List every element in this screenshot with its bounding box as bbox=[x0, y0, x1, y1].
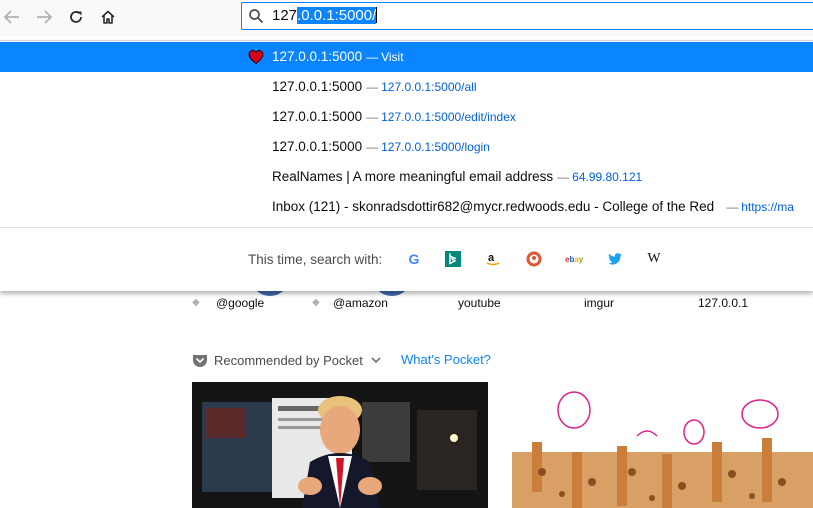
svg-text:ebay: ebay bbox=[565, 255, 584, 264]
result-row[interactable]: 127.0.0.1:5000—127.0.0.1:5000/login bbox=[0, 132, 813, 162]
search-icon bbox=[249, 9, 264, 24]
google-search-button[interactable]: G bbox=[405, 250, 423, 268]
topsite-label[interactable]: @amazon bbox=[333, 296, 388, 310]
result-separator: — bbox=[366, 50, 379, 64]
pin-icon: ◆ bbox=[192, 297, 200, 308]
popup-divider bbox=[0, 227, 813, 228]
url-typed-text: 127 bbox=[272, 7, 298, 24]
result-url: 127.0.0.1:5000/edit/index bbox=[381, 110, 516, 124]
result-title: 127.0.0.1:5000 bbox=[272, 79, 363, 94]
duckduckgo-icon bbox=[526, 251, 542, 267]
back-button[interactable] bbox=[0, 6, 24, 28]
urlbar-results-popup: 127.0.0.1:5000— Visit 127.0.0.1:5000—127.… bbox=[0, 40, 813, 291]
amazon-icon: a bbox=[486, 252, 500, 266]
pocket-icon bbox=[193, 355, 207, 367]
topsite-label[interactable]: @google bbox=[216, 296, 264, 310]
result-action: Visit bbox=[381, 50, 404, 64]
result-row[interactable]: 127.0.0.1:5000— Visit bbox=[0, 42, 813, 72]
back-arrow-icon bbox=[3, 10, 19, 24]
twitter-search-button[interactable] bbox=[606, 250, 624, 268]
wikipedia-search-button[interactable]: W bbox=[645, 250, 663, 268]
result-separator: — bbox=[557, 170, 570, 184]
amazon-search-button[interactable]: a bbox=[484, 250, 502, 268]
ebay-search-button[interactable]: ebay bbox=[565, 250, 587, 268]
result-url: https://ma bbox=[741, 200, 794, 214]
result-title: 127.0.0.1:5000 bbox=[272, 139, 363, 154]
chevron-down-icon bbox=[371, 357, 381, 364]
reload-button[interactable] bbox=[64, 6, 88, 28]
home-button[interactable] bbox=[96, 6, 120, 28]
wikipedia-icon: W bbox=[647, 251, 661, 266]
text-caret bbox=[376, 7, 378, 23]
pocket-title: Recommended by Pocket bbox=[214, 352, 363, 368]
one-off-search-label: This time, search with: bbox=[248, 252, 383, 267]
whats-pocket-link[interactable]: What's Pocket? bbox=[401, 352, 491, 367]
result-title: RealNames | A more meaningful email addr… bbox=[272, 169, 554, 184]
topsite-label[interactable]: youtube bbox=[458, 296, 501, 310]
result-row[interactable]: RealNames | A more meaningful email addr… bbox=[0, 162, 813, 192]
pin-icon: ◆ bbox=[312, 297, 320, 308]
result-title: Inbox (121) - skonradsdottir682@mycr.red… bbox=[272, 199, 715, 214]
story-image bbox=[512, 382, 813, 508]
result-title: 127.0.0.1:5000 bbox=[272, 109, 363, 124]
pocket-section-header[interactable]: Recommended by Pocket bbox=[192, 351, 383, 369]
bing-search-button[interactable] bbox=[444, 250, 462, 268]
topsite-label[interactable]: 127.0.0.1 bbox=[698, 296, 748, 310]
url-bar[interactable]: 127.0.0.1:5000/ bbox=[241, 2, 813, 30]
result-row[interactable]: 127.0.0.1:5000—127.0.0.1:5000/edit/index bbox=[0, 102, 813, 132]
result-url: 64.99.80.121 bbox=[572, 170, 643, 184]
url-input[interactable]: 127.0.0.1:5000/ bbox=[272, 7, 378, 25]
pocket-story-card[interactable] bbox=[192, 382, 488, 508]
svg-text:a: a bbox=[488, 252, 495, 264]
result-separator: — bbox=[366, 80, 379, 94]
home-icon bbox=[101, 10, 115, 24]
google-icon: G bbox=[408, 251, 420, 267]
forward-button[interactable] bbox=[32, 6, 56, 28]
result-row[interactable]: Inbox (121) - skonradsdottir682@mycr.red… bbox=[0, 192, 813, 222]
reload-icon bbox=[70, 11, 82, 23]
story-image bbox=[192, 382, 488, 508]
topsite-label[interactable]: imgur bbox=[584, 296, 614, 310]
result-title: 127.0.0.1:5000 bbox=[272, 49, 363, 64]
forward-arrow-icon bbox=[37, 10, 53, 24]
bing-icon bbox=[445, 251, 461, 267]
result-url: 127.0.0.1:5000/all bbox=[381, 80, 477, 94]
twitter-icon bbox=[608, 253, 622, 265]
url-autofill-selection: .0.0.1:5000/ bbox=[297, 7, 377, 24]
pocket-story-card[interactable] bbox=[512, 382, 813, 508]
result-separator: — bbox=[366, 140, 379, 154]
result-url: 127.0.0.1:5000/login bbox=[381, 140, 490, 154]
result-row[interactable]: 127.0.0.1:5000—127.0.0.1:5000/all bbox=[0, 72, 813, 102]
result-separator: — bbox=[366, 110, 379, 124]
duckduckgo-search-button[interactable] bbox=[525, 250, 543, 268]
navigation-toolbar: 127.0.0.1:5000/ bbox=[0, 0, 813, 36]
ebay-icon: ebay bbox=[565, 255, 584, 264]
heart-icon bbox=[248, 49, 264, 65]
result-separator: — bbox=[726, 200, 739, 214]
